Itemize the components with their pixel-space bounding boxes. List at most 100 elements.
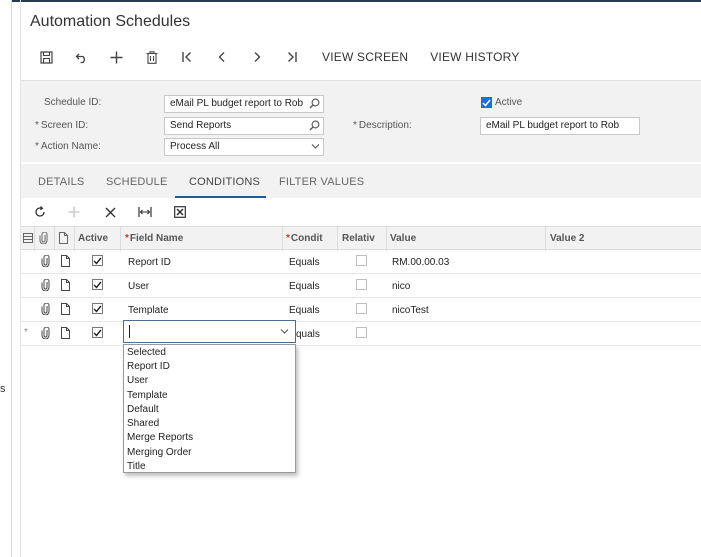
refresh-icon	[35, 206, 45, 217]
check-icon	[93, 329, 102, 337]
screen-id-field[interactable]: Send Reports	[164, 117, 324, 135]
value-cell[interactable]: RM.00.00.03	[392, 257, 449, 268]
add-row-button[interactable]	[62, 200, 86, 224]
row-relative-checkbox[interactable]	[356, 303, 367, 314]
check-icon	[93, 281, 102, 289]
table-row[interactable]: User Equals nico	[21, 274, 701, 298]
fit-columns-button[interactable]	[133, 200, 157, 224]
action-name-select[interactable]: Process All	[164, 138, 324, 156]
field-name-cell[interactable]: Template	[128, 305, 169, 316]
paperclip-icon	[39, 232, 48, 244]
value-cell[interactable]: nico	[392, 281, 410, 292]
dropdown-option-report-id[interactable]: Report ID	[127, 361, 170, 372]
page-title: Automation Schedules	[30, 13, 191, 30]
export-excel-button[interactable]	[168, 200, 192, 224]
condition-cell[interactable]: Equals	[289, 305, 320, 316]
text-caret	[129, 325, 130, 338]
delete-row-button[interactable]	[98, 200, 122, 224]
dropdown-option-merging-order[interactable]: Merging Order	[127, 447, 191, 458]
prev-record-icon	[218, 52, 224, 62]
undo-button[interactable]	[64, 45, 99, 69]
undo-icon	[75, 53, 85, 63]
row-active-checkbox[interactable]	[92, 279, 103, 290]
search-icon[interactable]	[309, 120, 320, 131]
summary-form: Schedule ID: eMail PL budget report to R…	[21, 80, 701, 162]
first-record-button[interactable]	[169, 45, 204, 69]
row-active-checkbox[interactable]	[92, 255, 103, 266]
field-name-cell[interactable]: User	[128, 281, 149, 292]
note-icon	[59, 232, 68, 244]
view-history-button[interactable]: VIEW HISTORY	[419, 45, 530, 69]
condition-cell[interactable]: Equals	[289, 257, 320, 268]
dropdown-option-user[interactable]: User	[127, 375, 148, 386]
note-icon[interactable]	[61, 327, 70, 339]
active-checkbox[interactable]	[481, 97, 492, 108]
col-relative-header[interactable]: Relativ	[342, 233, 375, 244]
paperclip-icon[interactable]	[41, 303, 50, 315]
dropdown-option-selected[interactable]: Selected	[127, 347, 166, 358]
check-icon	[482, 99, 491, 107]
col-value-header[interactable]: Value	[390, 233, 416, 244]
condition-cell[interactable]: Equals	[289, 281, 320, 292]
dropdown-option-merge-reports[interactable]: Merge Reports	[127, 432, 193, 443]
next-record-icon	[254, 52, 260, 62]
add-icon	[68, 206, 80, 218]
dropdown-option-title[interactable]: Title	[127, 461, 146, 472]
tab-schedule[interactable]: SCHEDULE	[106, 176, 168, 188]
description-field[interactable]: eMail PL budget report to Rob	[480, 117, 640, 135]
condition-cell[interactable]: quals	[296, 329, 320, 340]
search-icon[interactable]	[309, 98, 320, 109]
previous-record-button[interactable]	[204, 45, 239, 69]
tab-details[interactable]: DETAILS	[38, 176, 84, 188]
tab-bar: DETAILS SCHEDULE CONDITIONS FILTER VALUE…	[21, 164, 701, 198]
delete-button[interactable]	[134, 45, 169, 69]
value-cell[interactable]: nicoTest	[392, 305, 429, 316]
field-name-editor[interactable]	[123, 320, 296, 343]
view-screen-button[interactable]: VIEW SCREEN	[311, 45, 419, 69]
paperclip-icon[interactable]	[41, 279, 50, 291]
col-value2-header[interactable]: Value 2	[550, 233, 584, 244]
tab-conditions[interactable]: CONDITIONS	[189, 176, 260, 188]
save-icon	[40, 50, 53, 64]
screen-id-label: * Screen ID:	[35, 120, 89, 131]
chevron-down-icon[interactable]	[280, 328, 289, 335]
col-field-name-header[interactable]: *Field Name	[125, 233, 183, 244]
row-relative-checkbox[interactable]	[356, 255, 367, 266]
dropdown-option-shared[interactable]: Shared	[127, 418, 159, 429]
field-name-cell[interactable]: Report ID	[128, 257, 171, 268]
dropdown-option-default[interactable]: Default	[127, 404, 159, 415]
main-panel: Automation Schedules VIEW SCREEN VIEW HI…	[20, 0, 701, 557]
description-label: * Description:	[353, 120, 412, 131]
note-icon[interactable]	[61, 303, 70, 315]
schedule-id-field[interactable]: eMail PL budget report to Rob	[164, 95, 324, 113]
last-record-icon	[287, 52, 297, 62]
save-button[interactable]	[29, 45, 64, 69]
tab-filter-values[interactable]: FILTER VALUES	[279, 176, 364, 188]
field-name-dropdown: Selected Report ID User Template Default…	[123, 344, 296, 473]
row-relative-checkbox[interactable]	[356, 279, 367, 290]
col-active-header[interactable]: Active	[78, 233, 108, 244]
row-active-checkbox[interactable]	[92, 303, 103, 314]
note-icon[interactable]	[61, 255, 70, 267]
row-active-checkbox[interactable]	[92, 327, 103, 338]
toolbar: VIEW SCREEN VIEW HISTORY	[29, 45, 531, 69]
paperclip-icon[interactable]	[41, 327, 50, 339]
table-row[interactable]: Template Equals nicoTest	[21, 298, 701, 322]
schedule-id-value: eMail PL budget report to Rob	[170, 98, 304, 109]
active-toggle[interactable]: Active	[481, 97, 522, 108]
col-condition-header[interactable]: *Condit	[286, 233, 323, 244]
row-relative-checkbox[interactable]	[356, 327, 367, 338]
paperclip-icon[interactable]	[41, 255, 50, 267]
schedule-id-label: Schedule ID:	[44, 97, 102, 108]
dropdown-option-template[interactable]: Template	[127, 390, 168, 401]
add-button[interactable]	[99, 45, 134, 69]
check-icon	[93, 257, 102, 265]
last-record-button[interactable]	[274, 45, 309, 69]
table-row[interactable]: Report ID Equals RM.00.00.03	[21, 250, 701, 274]
next-record-button[interactable]	[239, 45, 274, 69]
refresh-button[interactable]	[28, 200, 52, 224]
row-selector-icon[interactable]	[23, 233, 33, 243]
note-icon[interactable]	[61, 279, 70, 291]
grid-header: Active *Field Name *Condit Relativ Value…	[21, 226, 701, 251]
check-icon	[93, 305, 102, 313]
